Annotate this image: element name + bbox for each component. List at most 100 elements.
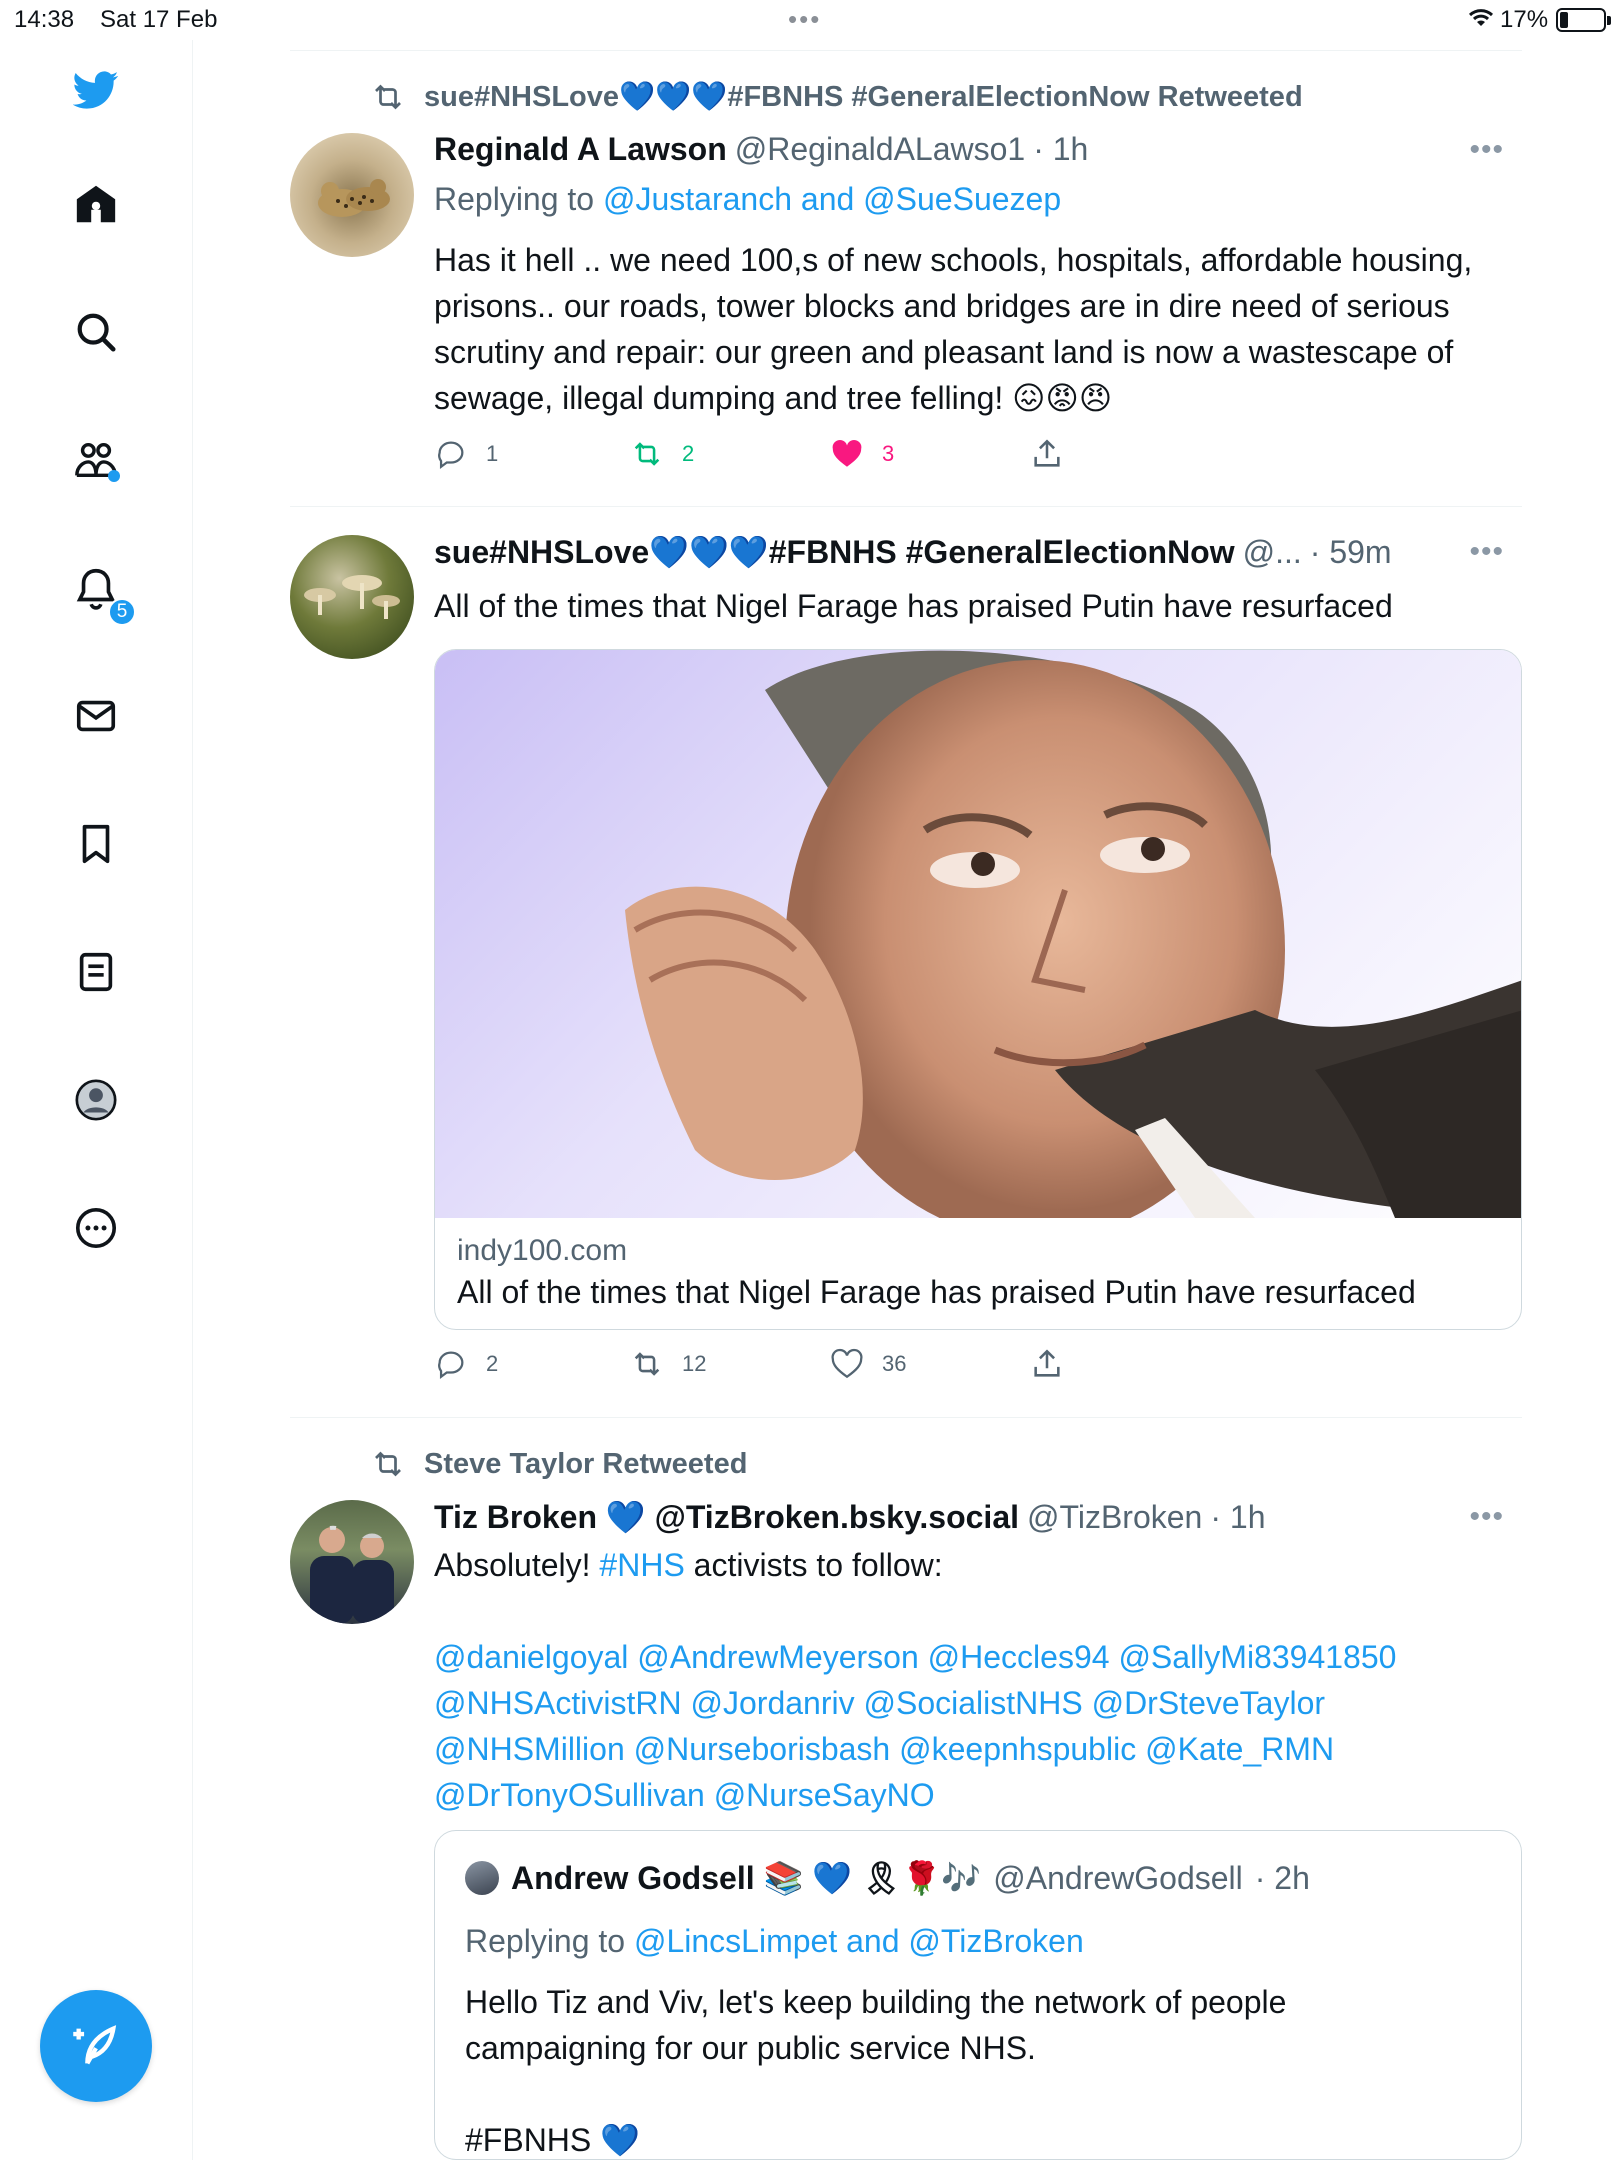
tweet-more-icon[interactable]: ••• bbox=[1469, 535, 1504, 569]
reply-icon bbox=[438, 1351, 464, 1380]
author-handle[interactable]: @ReginaldALawso1 bbox=[735, 131, 1025, 168]
replying-to: Replying to @Justaranch and @SueSuezep bbox=[434, 181, 1061, 218]
reply-button[interactable]: 1 bbox=[434, 437, 498, 471]
reply-button[interactable]: 2 bbox=[434, 1347, 498, 1381]
quoted-tweet[interactable]: Andrew Godsell 📚 💙 🎗🌹🎶 @AndrewGodsell · … bbox=[434, 1830, 1522, 2160]
couple-avatar-image bbox=[310, 1525, 394, 1624]
more-icon[interactable] bbox=[70, 1202, 122, 1254]
quoted-replying-to: Replying to @LincsLimpet and @TizBroken bbox=[465, 1923, 1084, 1960]
mentions-line[interactable]: @danielgoyal @AndrewMeyerson @Heccles94 … bbox=[434, 1634, 1494, 1680]
quoted-author-name[interactable]: Andrew Godsell 📚 💙 🎗🌹🎶 bbox=[511, 1859, 981, 1897]
author-handle[interactable]: @TizBroken bbox=[1027, 1499, 1202, 1536]
link-card[interactable]: indy100.com All of the times that Nigel … bbox=[434, 649, 1522, 1330]
communities-dot-badge bbox=[108, 470, 120, 482]
quoted-author-handle[interactable]: @AndrewGodsell bbox=[993, 1860, 1242, 1897]
retweet-button[interactable]: 12 bbox=[630, 1347, 706, 1381]
tweet[interactable]: sue#NHSLove💙💙💙#FBNHS #GeneralElectionNow… bbox=[290, 51, 1522, 506]
lists-icon[interactable] bbox=[70, 946, 122, 998]
portrait-photo bbox=[625, 650, 1521, 1218]
retweet-icon bbox=[634, 442, 660, 466]
author-name[interactable]: sue#NHSLove💙💙💙#FBNHS #GeneralElectionNow bbox=[434, 533, 1235, 571]
status-date: Sat 17 Feb bbox=[100, 6, 218, 33]
status-bar: 14:38 Sat 17 Feb ••• 17% bbox=[0, 0, 1620, 40]
like-count: 36 bbox=[882, 1351, 907, 1376]
retweeted-by-label: sue#NHSLove💙💙💙#FBNHS #GeneralElectionNow… bbox=[424, 81, 1303, 113]
replying-to-users[interactable]: @Justaranch and @SueSuezep bbox=[603, 181, 1061, 217]
leopard-avatar-image bbox=[318, 179, 390, 217]
tweet-text: Absolutely! #NHS activists to follow: @d… bbox=[434, 1542, 1494, 1818]
author-name[interactable]: Reginald A Lawson bbox=[434, 131, 727, 168]
wifi-icon bbox=[1468, 9, 1494, 26]
tweet-time[interactable]: · 59m bbox=[1310, 534, 1392, 571]
tweet-actions: 1 2 3 bbox=[434, 437, 1094, 477]
tweet-header: sue#NHSLove💙💙💙#FBNHS #GeneralElectionNow… bbox=[434, 533, 1392, 571]
tweet-more-icon[interactable]: ••• bbox=[1469, 1500, 1504, 1534]
tweet[interactable]: sue#NHSLove💙💙💙#FBNHS #GeneralElectionNow… bbox=[290, 507, 1522, 1417]
mentions-line[interactable]: @NHSActivistRN @Jordanriv @SocialistNHS … bbox=[434, 1680, 1494, 1726]
tweet[interactable]: Steve Taylor Retweeted Tiz Broken 💙 @Tiz… bbox=[290, 1418, 1522, 2160]
notifications-badge: 5 bbox=[108, 598, 136, 626]
author-name[interactable]: Tiz Broken 💙 @TizBroken.bsky.social bbox=[434, 1498, 1019, 1536]
reply-count: 2 bbox=[486, 1351, 499, 1376]
share-icon bbox=[1034, 439, 1060, 467]
retweet-count: 12 bbox=[682, 1351, 707, 1376]
battery-icon bbox=[1556, 8, 1611, 32]
share-icon bbox=[1034, 1349, 1060, 1377]
quoted-avatar bbox=[465, 1861, 499, 1895]
reply-icon bbox=[438, 441, 464, 470]
link-card-meta: indy100.com All of the times that Nigel … bbox=[435, 1218, 1521, 1329]
link-card-title: All of the times that Nigel Farage has p… bbox=[457, 1274, 1416, 1310]
home-icon[interactable] bbox=[70, 178, 122, 230]
quoted-text: Hello Tiz and Viv, let's keep building t… bbox=[465, 1984, 1287, 2066]
quoted-tweet-header: Andrew Godsell 📚 💙 🎗🌹🎶 @AndrewGodsell · … bbox=[465, 1859, 1310, 1897]
tweet-text: Has it hell .. we need 100,s of new scho… bbox=[434, 242, 1473, 416]
profile-icon[interactable] bbox=[70, 1074, 122, 1126]
retweet-icon bbox=[634, 1352, 660, 1376]
search-icon[interactable] bbox=[70, 306, 122, 358]
messages-icon[interactable] bbox=[70, 690, 122, 742]
retweeted-by-label: Steve Taylor Retweeted bbox=[424, 1447, 748, 1480]
like-button[interactable]: 3 bbox=[830, 437, 894, 471]
heart-filled-icon bbox=[832, 439, 862, 467]
quoted-replying-to-users[interactable]: @LincsLimpet and @TizBroken bbox=[634, 1923, 1084, 1959]
link-card-domain: indy100.com bbox=[457, 1234, 628, 1267]
tweet-actions: 2 12 36 bbox=[434, 1347, 1094, 1387]
retweet-icon bbox=[375, 1451, 401, 1477]
battery-percent: 17% bbox=[1500, 6, 1549, 33]
compose-icon bbox=[73, 2025, 117, 2065]
quoted-hashtag[interactable]: #FBNHS 💙 bbox=[465, 2117, 1465, 2160]
quoted-tweet-text: Hello Tiz and Viv, let's keep building t… bbox=[465, 1979, 1465, 2160]
mentions-line[interactable]: @NHSMillion @Nurseborisbash @keepnhspubl… bbox=[434, 1726, 1494, 1772]
avatar[interactable] bbox=[290, 535, 414, 659]
share-button[interactable] bbox=[1030, 1347, 1064, 1381]
timeline-feed: sue#NHSLove💙💙💙#FBNHS #GeneralElectionNow… bbox=[290, 50, 1522, 2160]
multitasking-dots-icon[interactable]: ••• bbox=[788, 4, 821, 35]
share-button[interactable] bbox=[1030, 437, 1064, 471]
hashtag-link[interactable]: #NHS bbox=[599, 1547, 684, 1583]
tweet-time[interactable]: · 1h bbox=[1033, 131, 1088, 168]
tweet-more-icon[interactable]: ••• bbox=[1469, 133, 1504, 167]
bookmarks-icon[interactable] bbox=[70, 818, 122, 870]
twitter-bird-icon[interactable] bbox=[70, 64, 122, 116]
tweet-text: All of the times that Nigel Farage has p… bbox=[434, 588, 1393, 624]
reply-count: 1 bbox=[486, 441, 499, 466]
heart-icon bbox=[831, 1348, 863, 1379]
author-handle[interactable]: @... bbox=[1243, 534, 1302, 571]
mentions-line[interactable]: @DrTonyOSullivan @NurseSayNO bbox=[434, 1772, 1494, 1818]
retweet-button[interactable]: 2 bbox=[630, 437, 694, 471]
like-button[interactable]: 36 bbox=[830, 1347, 906, 1381]
link-card-image bbox=[435, 650, 1521, 1218]
compose-tweet-button[interactable] bbox=[40, 1990, 152, 2102]
tweet-header: Reginald A Lawson @ReginaldALawso1 · 1h bbox=[434, 131, 1088, 168]
retweet-count: 2 bbox=[682, 441, 695, 466]
status-time: 14:38 bbox=[14, 6, 75, 33]
tweet-time[interactable]: · 1h bbox=[1210, 1499, 1265, 1536]
retweet-context: Steve Taylor Retweeted bbox=[370, 1446, 747, 1482]
sidebar: 5 bbox=[0, 40, 193, 2160]
avatar[interactable] bbox=[290, 1500, 414, 1624]
retweet-context: sue#NHSLove💙💙💙#FBNHS #GeneralElectionNow… bbox=[370, 79, 1303, 115]
quoted-tweet-time: · 2h bbox=[1254, 1859, 1310, 1896]
like-count: 3 bbox=[882, 441, 895, 466]
text-prefix: Absolutely! bbox=[434, 1547, 600, 1583]
avatar[interactable] bbox=[290, 133, 414, 257]
